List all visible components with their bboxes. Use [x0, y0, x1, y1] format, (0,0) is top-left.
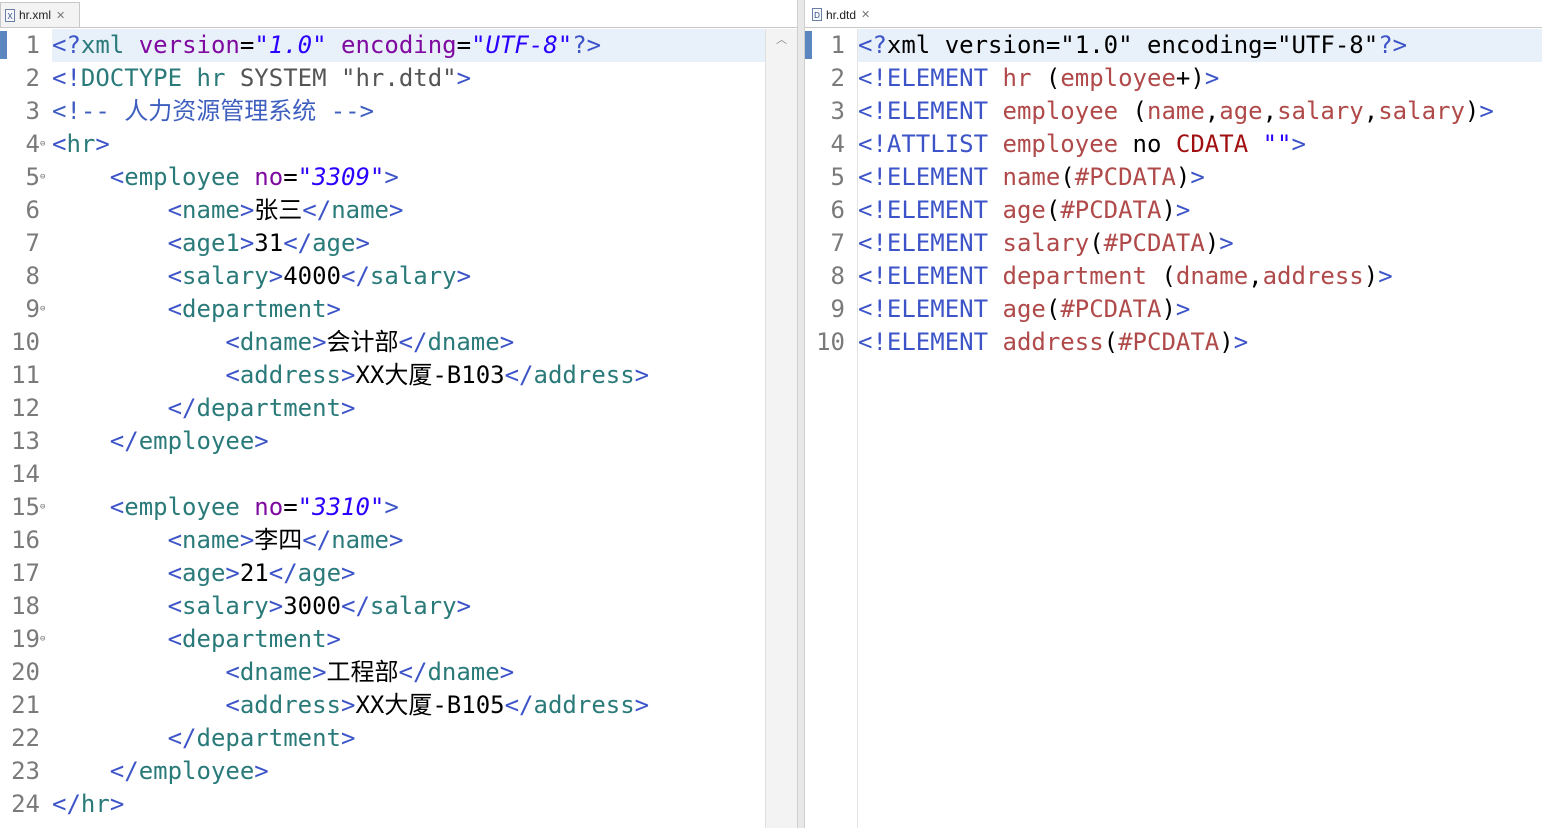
fold-toggle-icon[interactable]: ⊖	[40, 491, 45, 524]
dtd-file-icon: D	[812, 8, 822, 21]
code-line[interactable]: <!ELEMENT hr (employee+)>	[858, 62, 1542, 95]
line-number: 19	[11, 625, 40, 653]
fold-toggle-icon[interactable]: ⊖	[40, 128, 45, 161]
line-number: 10	[11, 328, 40, 356]
tab-hr-dtd[interactable]: D hr.dtd ✕	[808, 2, 890, 27]
code-line[interactable]: <!ELEMENT employee (name,age,salary,sala…	[858, 95, 1542, 128]
tab-label: hr.dtd	[826, 7, 857, 22]
xml-editor-pane[interactable]: X hr.xml ✕ 1 2 3 4 ⊖ 5 ⊖ 6 7 8 9 ⊖ 10 11 12 13 14 15 ⊖ 16 17…	[0, 0, 797, 828]
code-line[interactable]: <!ELEMENT name(#PCDATA)>	[858, 161, 1542, 194]
tab-bar: X hr.xml ✕	[0, 0, 797, 28]
line-number: 16	[11, 526, 40, 554]
close-icon[interactable]: ✕	[861, 8, 870, 21]
line-number: 20	[11, 658, 40, 686]
line-number: 21	[11, 691, 40, 719]
editor-splitter[interactable]	[797, 0, 805, 828]
line-number: 11	[11, 361, 40, 389]
code-line[interactable]: <name>张三</name>	[52, 194, 765, 227]
close-icon[interactable]: ✕	[56, 9, 65, 22]
xml-file-icon: X	[5, 8, 15, 22]
code-line[interactable]: </employee>	[52, 755, 765, 788]
line-number: 1	[830, 31, 845, 59]
line-number: 7	[830, 229, 845, 257]
line-number: 7	[25, 229, 40, 257]
code-area[interactable]: <?xml version="1.0" encoding="UTF-8"?> <!…	[52, 29, 765, 828]
code-line[interactable]: <salary>4000</salary>	[52, 260, 765, 293]
line-number: 2	[25, 64, 40, 92]
tab-label: hr.xml	[19, 8, 52, 22]
code-line[interactable]: <dname>工程部</dname>	[52, 656, 765, 689]
line-number: 10	[816, 328, 845, 356]
fold-toggle-icon[interactable]: ⊖	[40, 161, 45, 194]
line-number: 1	[25, 31, 40, 59]
line-number: 6	[830, 196, 845, 224]
code-line[interactable]: <age1>31</age>	[52, 227, 765, 260]
line-number: 8	[25, 262, 40, 290]
code-line[interactable]: </department>	[52, 392, 765, 425]
scroll-up-icon[interactable]: ︿	[766, 31, 797, 47]
tab-bar: D hr.dtd ✕	[805, 0, 1542, 28]
line-number: 22	[11, 724, 40, 752]
line-number: 15	[11, 493, 40, 521]
line-number: 23	[11, 757, 40, 785]
line-number: 24	[11, 790, 40, 818]
line-number: 17	[11, 559, 40, 587]
code-line[interactable]: <!ELEMENT department (dname,address)>	[858, 260, 1542, 293]
dtd-code-editor[interactable]: 1 2 3 4 5 6 7 8 9 10 <?xml version="1.0" encoding…	[805, 29, 1542, 828]
line-number: 14	[11, 460, 40, 488]
code-line[interactable]: <!DOCTYPE hr SYSTEM "hr.dtd">	[52, 62, 765, 95]
code-line[interactable]: <department>	[52, 293, 765, 326]
line-number: 4	[25, 130, 40, 158]
line-number: 13	[11, 427, 40, 455]
fold-toggle-icon[interactable]: ⊖	[40, 623, 45, 656]
line-number: 5	[830, 163, 845, 191]
code-line[interactable]: <?xml version="1.0" encoding="UTF-8"?>	[858, 29, 1542, 62]
line-number: 9	[25, 295, 40, 323]
code-line[interactable]: </employee>	[52, 425, 765, 458]
fold-toggle-icon[interactable]: ⊖	[40, 293, 45, 326]
code-line[interactable]: <department>	[52, 623, 765, 656]
code-line[interactable]: <!ELEMENT age(#PCDATA)>	[858, 293, 1542, 326]
code-line[interactable]: </department>	[52, 722, 765, 755]
code-line[interactable]: <?xml version="1.0" encoding="UTF-8"?>	[52, 29, 765, 62]
vertical-scrollbar[interactable]: ︿	[765, 29, 797, 828]
line-number: 3	[830, 97, 845, 125]
line-number-gutter: 1 2 3 4 5 6 7 8 9 10	[805, 29, 858, 828]
xml-code-editor[interactable]: 1 2 3 4 ⊖ 5 ⊖ 6 7 8 9 ⊖ 10 11 12 13 14 15 ⊖ 16 17 18 19 ⊖ 20 21 22…	[0, 29, 797, 828]
line-number: 18	[11, 592, 40, 620]
code-line[interactable]: <!ELEMENT age(#PCDATA)>	[858, 194, 1542, 227]
code-line[interactable]: <salary>3000</salary>	[52, 590, 765, 623]
code-line[interactable]: <employee no="3310">	[52, 491, 765, 524]
line-number: 9	[830, 295, 845, 323]
line-number: 8	[830, 262, 845, 290]
code-line[interactable]: <address>XX大厦-B103</address>	[52, 359, 765, 392]
code-line[interactable]: <!ELEMENT address(#PCDATA)>	[858, 326, 1542, 359]
line-number: 6	[25, 196, 40, 224]
code-line[interactable]: <!-- 人力资源管理系统 -->	[52, 95, 765, 128]
dtd-editor-pane[interactable]: D hr.dtd ✕ 1 2 3 4 5 6 7 8 9 10 <?xml version="1.…	[805, 0, 1542, 828]
line-number: 3	[25, 97, 40, 125]
line-number: 2	[830, 64, 845, 92]
code-line[interactable]	[52, 458, 765, 491]
line-number: 12	[11, 394, 40, 422]
line-number-gutter: 1 2 3 4 ⊖ 5 ⊖ 6 7 8 9 ⊖ 10 11 12 13 14 15 ⊖ 16 17 18 19 ⊖ 20 21 22…	[0, 29, 52, 828]
code-line[interactable]: <address>XX大厦-B105</address>	[52, 689, 765, 722]
code-line[interactable]: <hr>	[52, 128, 765, 161]
tab-hr-xml[interactable]: X hr.xml ✕	[0, 2, 80, 27]
code-line[interactable]: <!ELEMENT salary(#PCDATA)>	[858, 227, 1542, 260]
code-area[interactable]: <?xml version="1.0" encoding="UTF-8"?> <!…	[858, 29, 1542, 828]
line-number: 4	[830, 130, 845, 158]
code-line[interactable]: <employee no="3309">	[52, 161, 765, 194]
code-line[interactable]: <dname>会计部</dname>	[52, 326, 765, 359]
line-number: 5	[25, 163, 40, 191]
code-line[interactable]: <!ATTLIST employee no CDATA "">	[858, 128, 1542, 161]
code-line[interactable]: <age>21</age>	[52, 557, 765, 590]
code-line[interactable]: <name>李四</name>	[52, 524, 765, 557]
code-line[interactable]: </hr>	[52, 788, 765, 821]
